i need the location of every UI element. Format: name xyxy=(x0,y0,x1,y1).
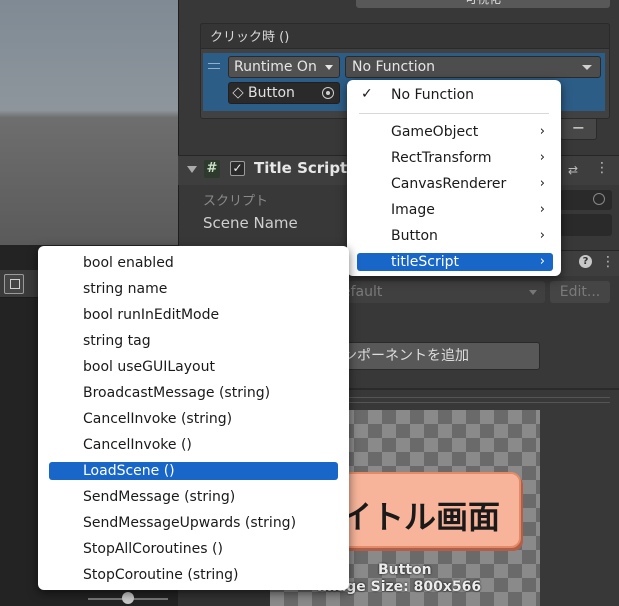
component-menu: ✓ No Function GameObject › RectTransform… xyxy=(347,80,561,276)
method-item[interactable]: StopCoroutine (string) xyxy=(49,566,338,584)
function-dropdown-label: No Function xyxy=(352,59,436,75)
method-item[interactable]: SendMessage (string) xyxy=(49,488,338,506)
menu-item-label: titleScript xyxy=(391,254,459,270)
menu-item-label: No Function xyxy=(391,87,475,103)
menu-item-label: GameObject xyxy=(391,124,479,140)
drag-handle-icon[interactable] xyxy=(208,63,220,69)
method-item[interactable]: CancelInvoke (string) xyxy=(49,410,338,428)
chevron-right-icon: › xyxy=(539,254,545,269)
scene-view[interactable] xyxy=(0,0,178,245)
method-item[interactable]: CancelInvoke () xyxy=(49,436,338,454)
menu-separator xyxy=(359,113,549,114)
method-item-label: bool enabled xyxy=(83,255,174,271)
method-item-label: BroadcastMessage (string) xyxy=(83,385,271,401)
menu-item-label: CanvasRenderer xyxy=(391,176,507,192)
menu-item-no-function[interactable]: No Function xyxy=(391,86,551,104)
add-component-button[interactable]: ンポーネントを追加 xyxy=(340,342,540,370)
checkmark-icon: ✓ xyxy=(361,86,373,102)
edit-material-button[interactable]: Edit... xyxy=(550,281,610,303)
chevron-right-icon: › xyxy=(539,176,545,191)
gameobject-cube-icon xyxy=(232,87,244,99)
object-picker-icon[interactable] xyxy=(322,87,334,99)
object-picker-icon[interactable] xyxy=(593,193,605,205)
foldout-arrow-icon[interactable] xyxy=(187,166,197,173)
script-property-label: スクリプト xyxy=(203,194,269,209)
method-item-label: CancelInvoke (string) xyxy=(83,411,233,427)
more-options-icon[interactable]: ⋮ xyxy=(601,254,615,270)
target-object-field[interactable]: Button xyxy=(228,82,340,104)
component-enabled-checkbox[interactable]: ✓ xyxy=(230,161,245,176)
method-item[interactable]: BroadcastMessage (string) xyxy=(49,384,338,402)
runtime-mode-dropdown[interactable]: Runtime On xyxy=(228,56,340,78)
dropdown-arrow-icon xyxy=(529,290,537,295)
menu-item-canvasrenderer[interactable]: CanvasRenderer › xyxy=(357,175,553,193)
dropdown-arrow-icon xyxy=(325,65,333,70)
method-item-label: bool useGUILayout xyxy=(83,359,215,375)
method-item-label: SendMessageUpwards (string) xyxy=(83,515,297,531)
method-item-label: LoadScene () xyxy=(83,463,175,479)
method-item-label: string name xyxy=(83,281,168,297)
runtime-mode-label: Runtime On xyxy=(234,59,317,75)
help-icon[interactable]: ? xyxy=(579,255,592,268)
method-item[interactable]: string name xyxy=(49,280,338,298)
method-item-label: SendMessage (string) xyxy=(83,489,236,505)
scene-name-label: Scene Name xyxy=(203,214,298,232)
script-hash-icon: # xyxy=(204,160,220,178)
function-dropdown[interactable]: No Function xyxy=(345,56,601,78)
method-submenu: bool enabled string name bool runInEditMod… xyxy=(38,246,349,590)
maximize-icon[interactable] xyxy=(4,274,24,294)
settings-presets-icon[interactable]: ⇄ xyxy=(568,163,578,177)
chevron-right-icon: › xyxy=(539,228,545,243)
remove-listener-button[interactable]: − xyxy=(560,118,597,140)
menu-item-button[interactable]: Button › xyxy=(357,227,553,245)
onclick-event-title: クリック時 () xyxy=(210,30,290,45)
method-item-label: StopCoroutine (string) xyxy=(83,567,239,583)
visualize-button[interactable]: 可視化 xyxy=(356,0,610,8)
menu-item-gameobject[interactable]: GameObject › xyxy=(357,123,553,141)
material-dropdown[interactable]: efault xyxy=(340,281,545,303)
method-item-label: bool runInEditMode xyxy=(83,307,220,323)
chevron-right-icon: › xyxy=(539,124,545,139)
zoom-slider-handle[interactable] xyxy=(122,592,134,604)
method-item-label: string tag xyxy=(83,333,151,349)
dropdown-arrow-icon xyxy=(582,65,592,70)
method-item[interactable]: string tag xyxy=(49,332,338,350)
more-options-icon[interactable]: ⋮ xyxy=(595,160,609,176)
method-item[interactable]: bool runInEditMode xyxy=(49,306,338,324)
method-item[interactable]: LoadScene () xyxy=(49,462,338,480)
menu-item-label: Button xyxy=(391,228,438,244)
preview-object-name: Button xyxy=(378,562,432,578)
menu-item-label: RectTransform xyxy=(391,150,492,166)
preview-splitter[interactable] xyxy=(340,397,610,403)
method-item[interactable]: SendMessageUpwards (string) xyxy=(49,514,338,532)
method-item[interactable]: bool useGUILayout xyxy=(49,358,338,376)
menu-item-image[interactable]: Image › xyxy=(357,201,553,219)
target-object-label: Button xyxy=(248,85,295,101)
method-item-label: StopAllCoroutines () xyxy=(83,541,223,557)
chevron-right-icon: › xyxy=(539,202,545,217)
method-item[interactable]: StopAllCoroutines () xyxy=(49,540,338,558)
menu-item-recttransform[interactable]: RectTransform › xyxy=(357,149,553,167)
preview-button-text: イトル画面 xyxy=(340,498,501,536)
chevron-right-icon: › xyxy=(539,150,545,165)
menu-item-titlescript[interactable]: titleScript › xyxy=(357,253,553,271)
method-item[interactable]: bool enabled xyxy=(49,254,338,272)
component-title: Title Script xyxy=(254,159,348,177)
method-item-label: CancelInvoke () xyxy=(83,437,192,453)
menu-item-label: Image xyxy=(391,202,435,218)
scene-name-input[interactable] xyxy=(560,214,612,236)
